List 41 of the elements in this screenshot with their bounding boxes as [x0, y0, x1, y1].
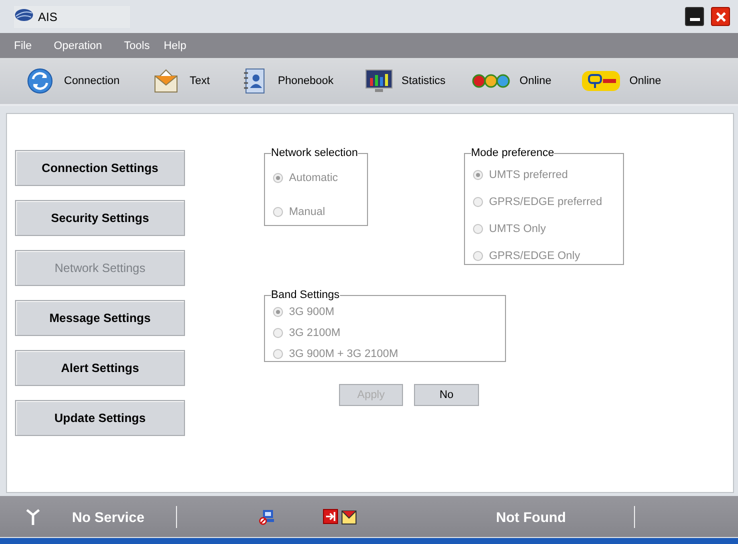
antenna-icon [26, 508, 40, 524]
no-button[interactable]: No [414, 384, 479, 406]
minimize-button[interactable] [685, 7, 704, 26]
menu-item[interactable]: Operation [54, 40, 102, 52]
envelope-icon [341, 508, 357, 524]
menu-item[interactable]: File [14, 40, 32, 52]
settings-button[interactable]: Security Settings [15, 200, 185, 236]
group-title: Mode preference [471, 147, 554, 159]
menu-item[interactable]: Tools [124, 40, 150, 52]
toolbar-button[interactable]: Online [472, 67, 552, 95]
minimize-icon [690, 18, 700, 21]
globe-logo-icon [14, 8, 34, 22]
device-status: Not Found [496, 508, 567, 524]
settings-button[interactable]: Connection Settings [15, 150, 185, 186]
radio-label: GPRS/EDGE preferred [489, 196, 602, 208]
group-title: Network selection [271, 147, 358, 159]
exit-icon [323, 509, 338, 524]
settings-button[interactable]: Message Settings [15, 300, 185, 336]
radio-label: 3G 900M [289, 306, 334, 318]
radio-label: 3G 900M + 3G 2100M [289, 348, 398, 360]
radio-label: UMTS Only [489, 222, 546, 234]
close-button[interactable] [711, 7, 730, 26]
computer-icon [259, 508, 275, 524]
toolbar-button[interactable]: Phonebook [240, 67, 334, 95]
toolbar-button[interactable]: Text [152, 67, 210, 95]
radio-label: Automatic [289, 172, 338, 184]
window-title: AIS [38, 10, 58, 24]
signal-status: No Service [72, 508, 146, 524]
close-icon [714, 10, 726, 22]
toolbar-button[interactable]: Online [581, 67, 662, 95]
radio-label: 3G 2100M [289, 326, 340, 338]
menu-item[interactable]: Help [164, 40, 186, 52]
radio-label: Manual [289, 206, 326, 218]
monitor-chart-icon [364, 67, 394, 95]
settings-button[interactable]: Alert Settings [15, 350, 185, 386]
toolbar-button[interactable]: Connection [26, 67, 120, 95]
settings-button[interactable]: Update Settings [15, 400, 185, 436]
group-title: Band Settings [271, 289, 340, 301]
radio-label: UMTS preferred [489, 168, 568, 180]
radio-label: GPRS/EDGE Only [489, 250, 580, 262]
toolbar-button[interactable]: Statistics [364, 67, 446, 95]
